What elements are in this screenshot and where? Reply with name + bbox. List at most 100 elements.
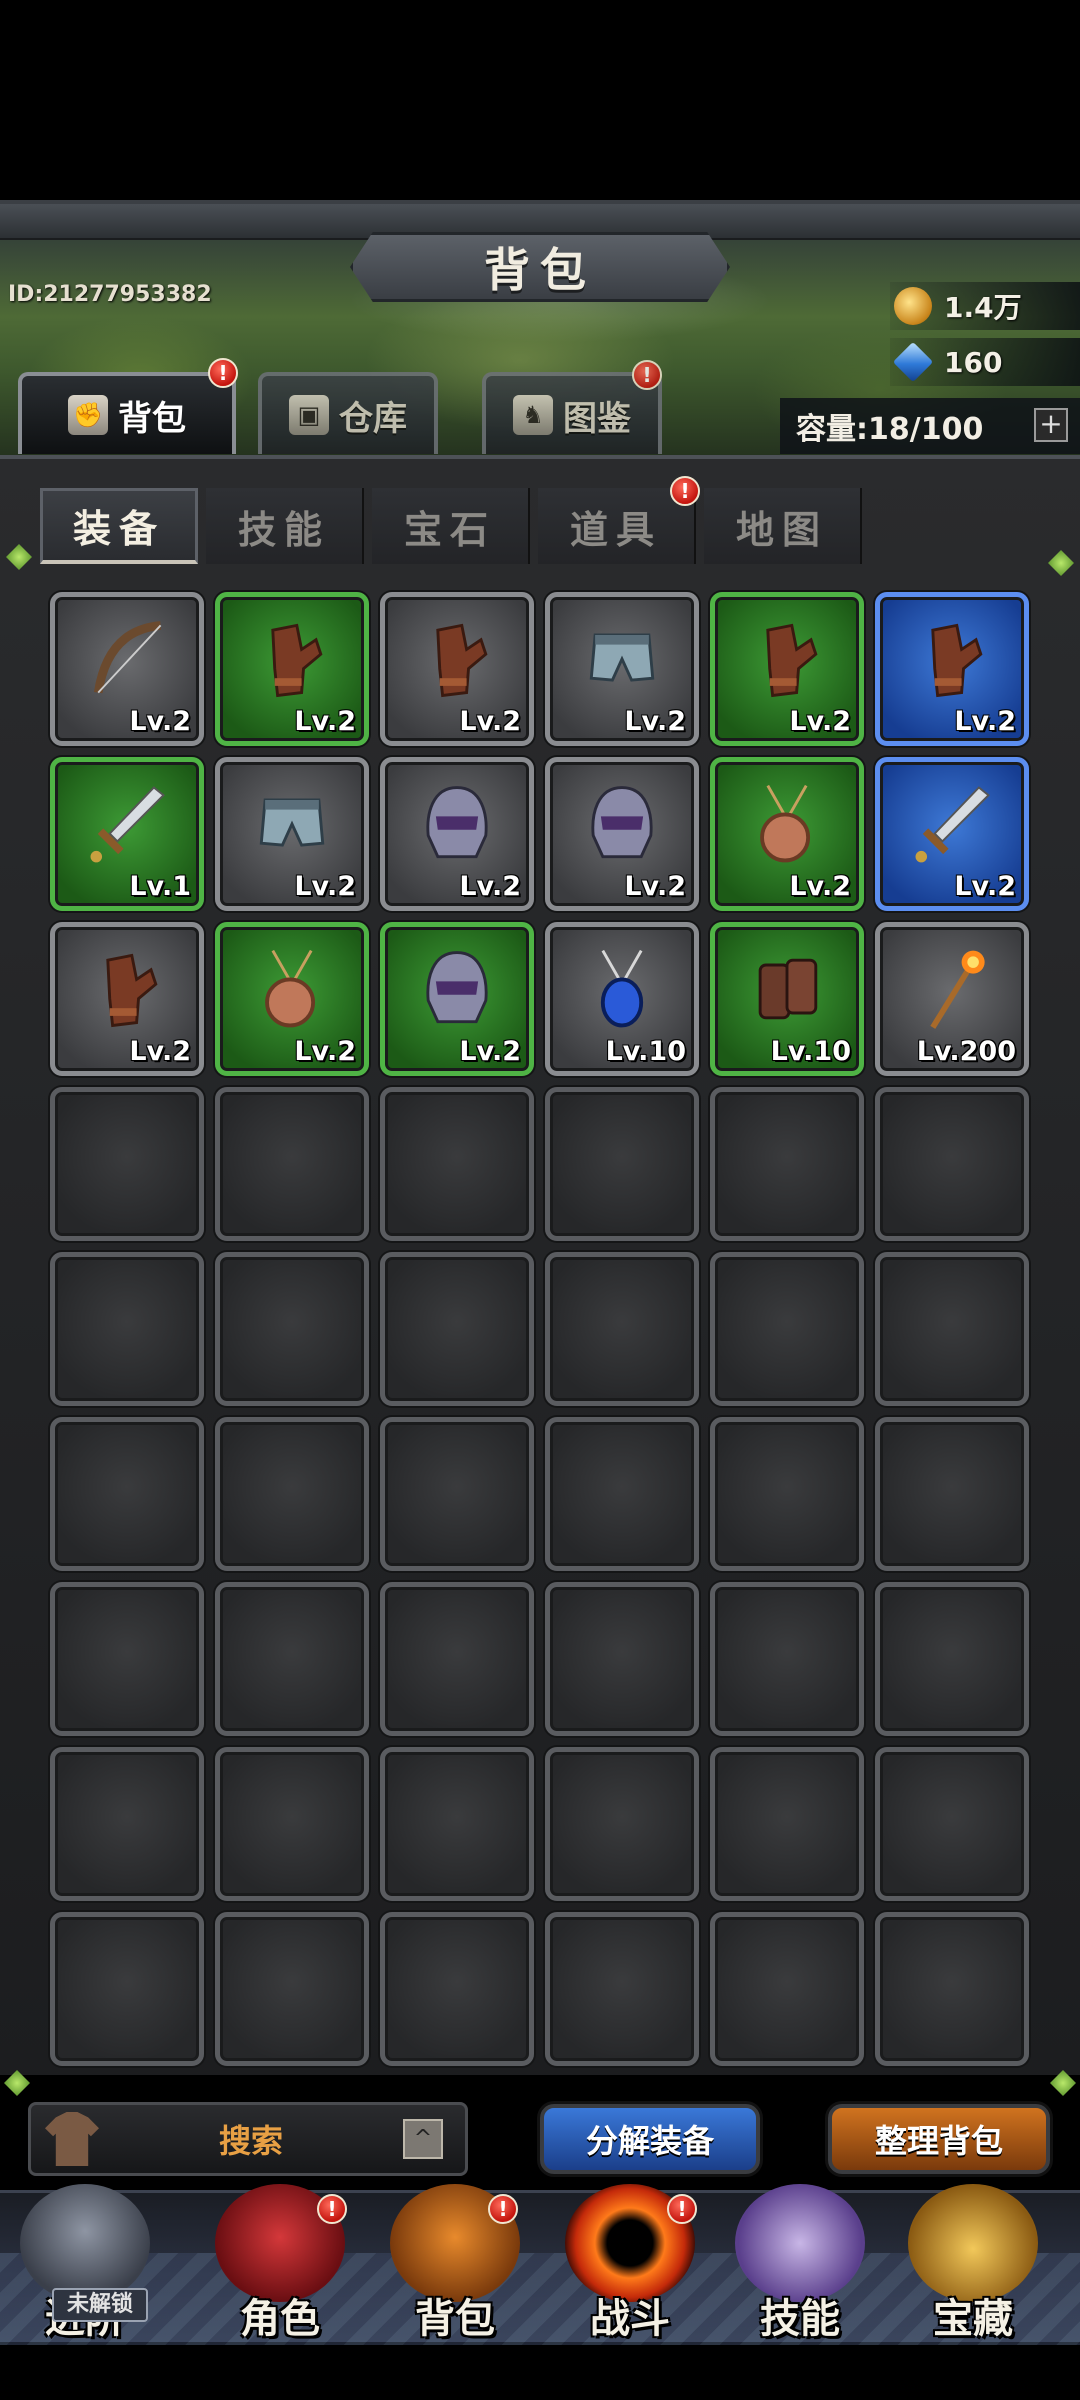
inventory-slot[interactable] <box>215 1087 369 1241</box>
inventory-slot[interactable]: Lv.2 <box>710 757 864 911</box>
tab-skills[interactable]: 技能 <box>206 488 364 564</box>
inventory-slot[interactable] <box>545 1087 699 1241</box>
inventory-slot[interactable] <box>215 1747 369 1901</box>
inventory-slot[interactable]: Lv.1 <box>50 757 204 911</box>
inventory-slot[interactable] <box>875 1087 1029 1241</box>
nav-treasure-label: 宝藏 <box>933 2296 1013 2342</box>
inventory-slot[interactable] <box>380 1582 534 1736</box>
gem-counter[interactable]: 160 <box>890 338 1080 386</box>
inventory-slot[interactable] <box>215 1912 369 2066</box>
inventory-slot[interactable] <box>215 1417 369 1571</box>
expand-capacity-button[interactable]: + <box>1034 408 1068 442</box>
inventory-slot[interactable] <box>215 1252 369 1406</box>
tab-warehouse-label: 仓库 <box>339 398 407 439</box>
inventory-slot[interactable] <box>545 1417 699 1571</box>
inventory-slot[interactable]: Lv.10 <box>545 922 699 1076</box>
inventory-slot[interactable] <box>50 1087 204 1241</box>
inventory-slot[interactable] <box>710 1582 864 1736</box>
inventory-slot[interactable] <box>50 1747 204 1901</box>
inventory-slot[interactable] <box>50 1417 204 1571</box>
inventory-slot[interactable] <box>380 1912 534 2066</box>
tab-warehouse[interactable]: ▣ 仓库 <box>258 372 438 454</box>
bow-icon <box>79 611 175 707</box>
inventory-slot[interactable] <box>875 1582 1029 1736</box>
inventory-slot[interactable] <box>710 1912 864 2066</box>
inventory-slot[interactable]: Lv.2 <box>710 592 864 746</box>
item-level: Lv.2 <box>954 706 1016 737</box>
inventory-slot[interactable] <box>710 1747 864 1901</box>
inventory-slot[interactable]: Lv.2 <box>380 757 534 911</box>
inventory-slot[interactable] <box>875 1417 1029 1571</box>
player-id: ID:21277953382 <box>8 282 212 307</box>
helmet-icon <box>574 776 670 872</box>
gold-counter[interactable]: 1.4万 <box>890 282 1080 330</box>
item-level: Lv.2 <box>624 871 686 902</box>
inventory-slot[interactable] <box>710 1087 864 1241</box>
category-tabs: 装备 技能 宝石 道具 ! 地图 <box>40 476 1050 568</box>
inventory-slot[interactable]: Lv.2 <box>545 592 699 746</box>
inventory-slot[interactable]: Lv.2 <box>380 592 534 746</box>
inventory-slot[interactable]: Lv.2 <box>50 592 204 746</box>
tab-items[interactable]: 道具 ! <box>538 476 700 564</box>
inventory-slot[interactable]: Lv.200 <box>875 922 1029 1076</box>
nav-treasure[interactable]: 宝藏 <box>888 2180 1058 2345</box>
dismantle-button[interactable]: 分解装备 <box>540 2104 760 2174</box>
inventory-slot[interactable] <box>380 1087 534 1241</box>
inventory-slot[interactable] <box>875 1252 1029 1406</box>
search-filter[interactable]: 搜索 ^ <box>28 2102 468 2176</box>
sort-bag-button[interactable]: 整理背包 <box>828 2104 1050 2174</box>
tab-codex[interactable]: ♞ 图鉴 ! <box>482 360 662 454</box>
inventory-slot[interactable] <box>380 1417 534 1571</box>
nav-role[interactable]: 角色 ! <box>195 2180 365 2345</box>
armored-knight-icon <box>20 2184 150 2302</box>
inventory-slot[interactable] <box>875 1747 1029 1901</box>
alert-badge: ! <box>317 2194 347 2224</box>
amulet-icon <box>244 941 340 1037</box>
tab-items-label: 道具 <box>569 507 662 552</box>
sort-bag-label: 整理背包 <box>874 2122 1003 2160</box>
inventory-slot[interactable] <box>545 1582 699 1736</box>
capacity-label: 容量:18/100 <box>796 412 984 447</box>
inventory-slot[interactable] <box>50 1582 204 1736</box>
tab-gems[interactable]: 宝石 <box>372 488 530 564</box>
tab-bag[interactable]: ✊ 背包 ! <box>18 358 238 454</box>
inventory-slot[interactable] <box>50 1912 204 2066</box>
tab-map[interactable]: 地图 <box>704 488 862 564</box>
inventory-slot[interactable]: Lv.2 <box>215 592 369 746</box>
inventory-slot[interactable] <box>380 1747 534 1901</box>
inventory-slot[interactable]: Lv.2 <box>50 922 204 1076</box>
inventory-slot[interactable]: Lv.2 <box>875 757 1029 911</box>
nav-skill-label: 技能 <box>760 2296 840 2342</box>
inventory-slot[interactable]: Lv.2 <box>215 922 369 1076</box>
item-level: Lv.2 <box>459 1036 521 1067</box>
gloves-icon <box>904 611 1000 707</box>
pants-icon <box>244 776 340 872</box>
chevron-up-icon[interactable]: ^ <box>403 2119 443 2159</box>
item-level: Lv.10 <box>770 1036 851 1067</box>
shirt-icon <box>45 2112 99 2166</box>
item-level: Lv.2 <box>954 871 1016 902</box>
inventory-slot[interactable] <box>545 1252 699 1406</box>
sapphire-amulet-icon <box>574 941 670 1037</box>
inventory-slot[interactable] <box>710 1417 864 1571</box>
nav-battle[interactable]: 战斗 ! <box>545 2180 715 2345</box>
tab-skills-label: 技能 <box>237 507 330 552</box>
inventory-slot[interactable]: Lv.2 <box>380 922 534 1076</box>
inventory-slot[interactable]: Lv.2 <box>215 757 369 911</box>
inventory-slot[interactable]: Lv.2 <box>545 757 699 911</box>
inventory-slot[interactable] <box>545 1747 699 1901</box>
inventory-slot[interactable]: Lv.10 <box>710 922 864 1076</box>
nav-bag[interactable]: 背包 ! <box>370 2180 540 2345</box>
inventory-slot[interactable] <box>50 1252 204 1406</box>
inventory-slot[interactable] <box>215 1582 369 1736</box>
alert-badge: ! <box>208 358 238 388</box>
inventory-slot[interactable] <box>710 1252 864 1406</box>
blue-gem-icon <box>892 341 934 383</box>
tab-equipment[interactable]: 装备 <box>40 488 198 564</box>
inventory-slot[interactable]: Lv.2 <box>875 592 1029 746</box>
inventory-slot[interactable] <box>875 1912 1029 2066</box>
inventory-slot[interactable] <box>380 1252 534 1406</box>
title-plate: 背包 <box>350 232 730 302</box>
inventory-slot[interactable] <box>545 1912 699 2066</box>
nav-skill[interactable]: 技能 <box>715 2180 885 2345</box>
